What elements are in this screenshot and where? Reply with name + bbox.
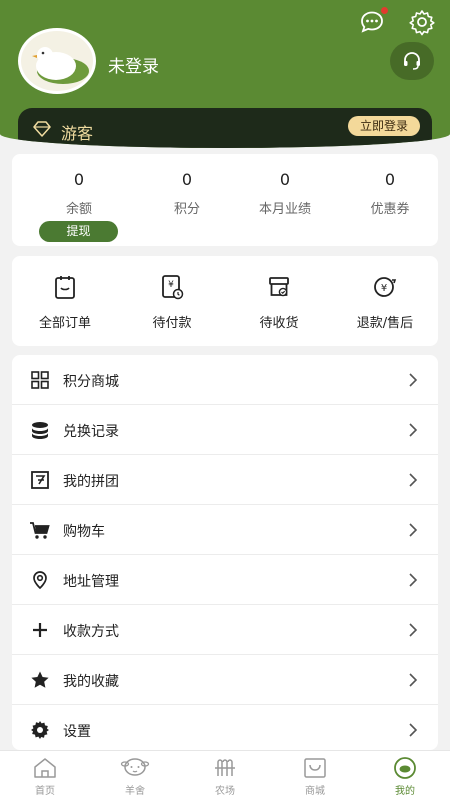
cart-icon	[30, 522, 50, 539]
menu-item-label: 地址管理	[63, 574, 119, 590]
tab-label: 商城	[305, 786, 325, 797]
order-label: 待付款	[152, 316, 192, 331]
chevron-right-icon	[409, 573, 418, 587]
chevron-right-icon	[409, 423, 418, 437]
location-icon	[33, 571, 47, 590]
tab-label: 农场	[215, 786, 235, 797]
settings-gear-icon[interactable]	[408, 8, 436, 36]
shop-bag-icon	[304, 758, 326, 778]
grid-icon	[31, 371, 49, 389]
message-icon[interactable]	[358, 7, 388, 36]
order-label: 退款/售后	[356, 316, 414, 331]
farm-icon	[215, 759, 235, 776]
menu-item-address[interactable]: 地址管理	[12, 555, 438, 605]
menu-item-label: 收款方式	[63, 624, 119, 640]
menu-item-label: 购物车	[63, 524, 105, 540]
payment-icon: ¥	[162, 275, 184, 300]
chevron-right-icon	[409, 373, 418, 387]
menu-item-favorites[interactable]: 我的收藏	[12, 655, 438, 705]
tab-label: 羊舍	[125, 786, 145, 797]
stat-value: 0	[279, 170, 291, 189]
headset-icon	[404, 52, 420, 70]
vip-bar: 游客 立即登录	[18, 108, 432, 148]
vip-level-label: 游客	[61, 124, 94, 143]
coin-stack-icon	[32, 422, 48, 439]
chevron-right-icon	[409, 673, 418, 687]
refund-icon: ¥	[374, 277, 397, 297]
order-refund[interactable]: ¥ 退款/售后	[335, 274, 435, 331]
withdraw-button[interactable]: 提现	[39, 221, 118, 242]
menu-item-exchange-records[interactable]: 兑换记录	[12, 405, 438, 455]
notification-dot	[381, 7, 388, 14]
order-pending-payment[interactable]: ¥ 待付款	[122, 274, 222, 331]
login-now-button[interactable]: 立即登录	[347, 116, 420, 136]
stat-value: 0	[181, 170, 193, 189]
chevron-right-icon	[409, 623, 418, 637]
menu-list: 积分商城 兑换记录 我的拼团 购物车 地址管理 收款方式 我的收藏 设置	[12, 355, 438, 750]
stat-label: 余额	[65, 202, 92, 217]
customer-service-button[interactable]	[390, 42, 434, 80]
tab-farm[interactable]: 农场	[180, 756, 270, 797]
profile-header: 未登录 游客 立即登录	[0, 0, 450, 148]
menu-item-label: 我的拼团	[63, 474, 119, 490]
menu-item-label: 积分商城	[63, 374, 119, 390]
top-actions	[358, 7, 436, 36]
stat-value: 0	[73, 170, 85, 189]
orders-card: 全部订单 ¥ 待付款 待收货 ¥ 退款/售后	[12, 256, 438, 346]
chevron-right-icon	[409, 473, 418, 487]
login-status-text[interactable]: 未登录	[108, 52, 159, 77]
sheep-icon	[120, 758, 150, 776]
chevron-right-icon	[409, 723, 418, 737]
stat-label: 积分	[173, 202, 200, 217]
svg-text:¥: ¥	[381, 283, 387, 294]
tab-label: 首页	[35, 786, 55, 797]
chevron-right-icon	[409, 523, 418, 537]
menu-item-payment-method[interactable]: 收款方式	[12, 605, 438, 655]
stat-coupons[interactable]: 0 优惠券	[340, 170, 440, 217]
order-all[interactable]: 全部订单	[15, 274, 115, 331]
star-icon	[31, 671, 49, 688]
menu-item-points-mall[interactable]: 积分商城	[12, 355, 438, 405]
svg-text:¥: ¥	[168, 280, 174, 290]
menu-item-group-buy[interactable]: 我的拼团	[12, 455, 438, 505]
menu-item-cart[interactable]: 购物车	[12, 505, 438, 555]
tab-shop[interactable]: 商城	[270, 756, 360, 797]
tab-mine[interactable]: 我的	[360, 756, 450, 797]
home-icon	[34, 758, 56, 778]
clipboard-icon	[55, 276, 75, 299]
order-label: 待收货	[259, 316, 299, 331]
stat-label: 优惠券	[370, 202, 410, 217]
tab-home[interactable]: 首页	[0, 756, 90, 797]
tab-label: 我的	[395, 786, 415, 797]
stat-label: 本月业绩	[258, 202, 311, 217]
menu-item-label: 设置	[63, 724, 91, 740]
delivery-box-icon	[269, 277, 289, 297]
order-label: 全部订单	[38, 316, 91, 331]
order-pending-receipt[interactable]: 待收货	[229, 274, 329, 331]
plus-icon	[33, 623, 47, 637]
stat-points[interactable]: 0 积分	[137, 170, 237, 217]
menu-item-label: 兑换记录	[63, 424, 119, 440]
stat-value: 0	[384, 170, 396, 189]
avatar[interactable]	[18, 28, 96, 94]
stat-monthly-performance[interactable]: 0 本月业绩	[235, 170, 335, 217]
tab-sheep-pen[interactable]: 羊舍	[90, 756, 180, 797]
group-buy-icon	[31, 471, 49, 489]
gear-icon	[31, 721, 49, 739]
bottom-tab-bar: 首页 羊舍 农场 商城 我的	[0, 750, 450, 800]
stats-card: 0 余额 0 积分 0 本月业绩 0 优惠券 提现	[12, 154, 438, 246]
stat-balance[interactable]: 0 余额	[29, 170, 129, 217]
profile-icon	[394, 757, 416, 779]
menu-item-settings[interactable]: 设置	[12, 705, 438, 750]
diamond-icon	[32, 120, 52, 142]
menu-item-label: 我的收藏	[63, 674, 119, 690]
